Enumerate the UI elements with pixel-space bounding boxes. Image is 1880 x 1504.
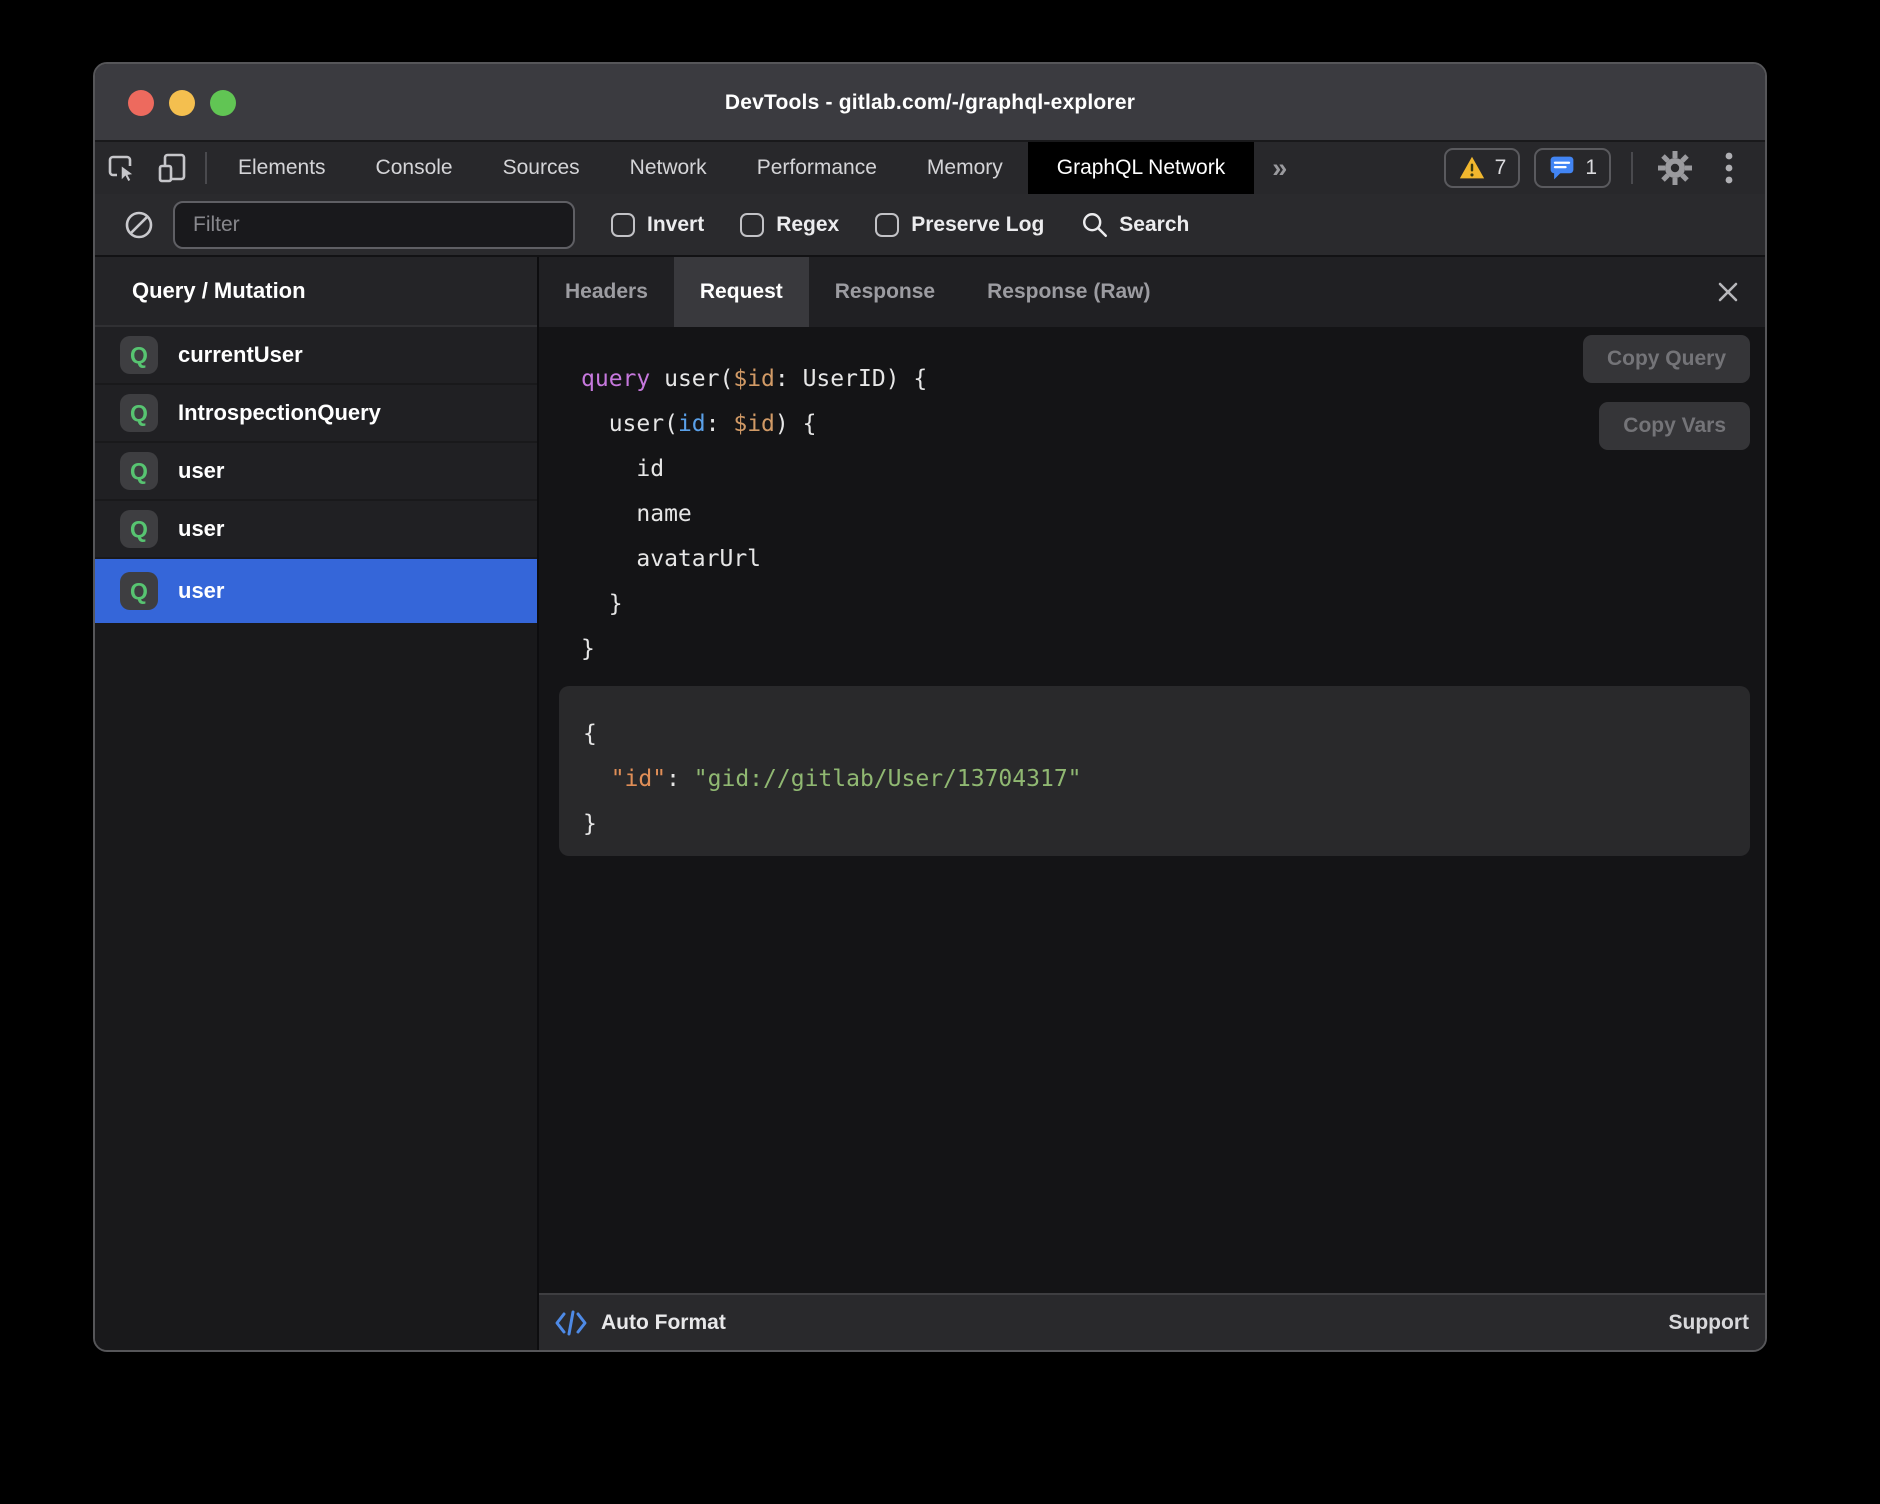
gear-icon	[1655, 148, 1695, 188]
request-list-header: Query / Mutation	[95, 257, 537, 327]
toolbar-separator	[205, 152, 207, 184]
detail-footer: Auto Format Support	[539, 1293, 1765, 1350]
request-name: currentUser	[178, 342, 303, 368]
titlebar: DevTools - gitlab.com/-/graphql-explorer	[95, 64, 1765, 142]
code-line: avatarUrl	[581, 537, 1765, 582]
request-list-item[interactable]: Quser	[95, 443, 537, 499]
search-icon	[1080, 210, 1110, 240]
code-line: }	[581, 582, 1765, 627]
query-type-badge: Q	[120, 394, 158, 432]
request-list-item[interactable]: Quser	[95, 501, 537, 557]
warning-count: 7	[1495, 156, 1507, 180]
query-variables-box: { "id": "gid://gitlab/User/13704317"}	[559, 686, 1750, 856]
request-name: IntrospectionQuery	[178, 400, 381, 426]
filter-input[interactable]	[173, 201, 575, 249]
request-list: QcurrentUserQIntrospectionQueryQuserQuse…	[95, 327, 537, 1350]
checkbox-box[interactable]	[875, 213, 899, 237]
code-line: "id": "gid://gitlab/User/13704317"	[583, 757, 1750, 802]
inspect-cursor-icon	[104, 151, 138, 185]
request-name: user	[178, 458, 224, 484]
warnings-badge[interactable]: 7	[1444, 148, 1521, 188]
copy-query-button[interactable]: Copy Query	[1583, 335, 1750, 383]
search-label: Search	[1119, 213, 1189, 237]
warning-icon	[1458, 155, 1486, 181]
request-name: user	[178, 578, 224, 604]
tab-network[interactable]: Network	[605, 142, 732, 194]
checkbox-box[interactable]	[740, 213, 764, 237]
support-link[interactable]: Support	[1669, 1311, 1749, 1335]
issues-badge[interactable]: 1	[1534, 148, 1611, 188]
tab-memory[interactable]: Memory	[902, 142, 1028, 194]
detail-tab-headers[interactable]: Headers	[539, 257, 674, 327]
more-tabs-button[interactable]: »	[1254, 142, 1305, 194]
checkbox-preserve-log[interactable]: Preserve Log	[875, 213, 1044, 237]
checkbox-label: Invert	[647, 213, 704, 237]
request-list-item[interactable]: Q IntrospectionQuery	[95, 385, 537, 441]
copy-vars-button[interactable]: Copy Vars	[1599, 402, 1750, 450]
message-count: 1	[1585, 156, 1597, 180]
toolbar-right-controls: 7 1	[1444, 142, 1765, 194]
close-icon	[1715, 279, 1741, 305]
code-line: id	[581, 447, 1765, 492]
search-toggle[interactable]: Search	[1080, 210, 1189, 240]
request-list-panel: Query / Mutation QcurrentUserQIntrospect…	[95, 257, 539, 1350]
code-line: user(id: $id) {	[581, 402, 1765, 447]
auto-format-button[interactable]: Auto Format	[601, 1311, 726, 1335]
window-title: DevTools - gitlab.com/-/graphql-explorer	[95, 64, 1765, 142]
detail-tab-response[interactable]: Response	[809, 257, 961, 327]
query-type-badge: Q	[120, 452, 158, 490]
checkbox-regex[interactable]: Regex	[740, 213, 839, 237]
inspect-element-button[interactable]	[95, 142, 147, 194]
filter-options: Invert Regex Preserve Log	[611, 213, 1044, 237]
checkbox-label: Preserve Log	[911, 213, 1044, 237]
toggle-device-toolbar-button[interactable]	[147, 142, 199, 194]
clear-filter-icon[interactable]	[123, 209, 155, 241]
tab-elements[interactable]: Elements	[213, 142, 351, 194]
detail-panel: HeadersRequestResponseResponse (Raw) que…	[539, 257, 1765, 1350]
request-tab-content: query user($id: UserID) { user(id: $id) …	[539, 327, 1765, 1293]
main-area: Query / Mutation QcurrentUserQIntrospect…	[95, 257, 1765, 1350]
filter-bar: Invert Regex Preserve Log Search	[95, 194, 1765, 257]
detail-tab-strip: HeadersRequestResponseResponse (Raw)	[539, 257, 1765, 327]
checkbox-label: Regex	[776, 213, 839, 237]
request-list-item[interactable]: Quser	[95, 559, 537, 623]
tab-console[interactable]: Console	[351, 142, 478, 194]
chat-bubble-icon	[1548, 154, 1576, 182]
code-line: }	[583, 802, 1750, 847]
code-line: name	[581, 492, 1765, 537]
close-detail-button[interactable]	[1711, 275, 1745, 309]
panel-tab-strip: ElementsConsoleSourcesNetworkPerformance…	[213, 142, 1254, 194]
auto-format-icon[interactable]	[553, 1307, 589, 1339]
code-line: {	[583, 712, 1750, 757]
detail-tab-response-raw-[interactable]: Response (Raw)	[961, 257, 1176, 327]
checkbox-box[interactable]	[611, 213, 635, 237]
checkbox-invert[interactable]: Invert	[611, 213, 704, 237]
tab-sources[interactable]: Sources	[478, 142, 605, 194]
tab-graphql-network[interactable]: GraphQL Network	[1028, 142, 1254, 194]
query-type-badge: Q	[120, 336, 158, 374]
detail-tab-request[interactable]: Request	[674, 257, 809, 327]
tab-performance[interactable]: Performance	[732, 142, 902, 194]
query-type-badge: Q	[120, 510, 158, 548]
kebab-menu-icon	[1724, 151, 1734, 185]
devtools-window: DevTools - gitlab.com/-/graphql-explorer…	[93, 62, 1767, 1352]
query-type-badge: Q	[120, 572, 158, 610]
request-name: user	[178, 516, 224, 542]
more-options-button[interactable]	[1711, 151, 1747, 185]
devtools-toolbar: ElementsConsoleSourcesNetworkPerformance…	[95, 142, 1765, 194]
badge-separator	[1631, 152, 1633, 184]
code-line: }	[581, 627, 1765, 672]
settings-button[interactable]	[1653, 148, 1697, 188]
device-toolbar-icon	[156, 151, 190, 185]
graphql-query-code: query user($id: UserID) { user(id: $id) …	[539, 327, 1765, 672]
request-list-item[interactable]: QcurrentUser	[95, 327, 537, 383]
